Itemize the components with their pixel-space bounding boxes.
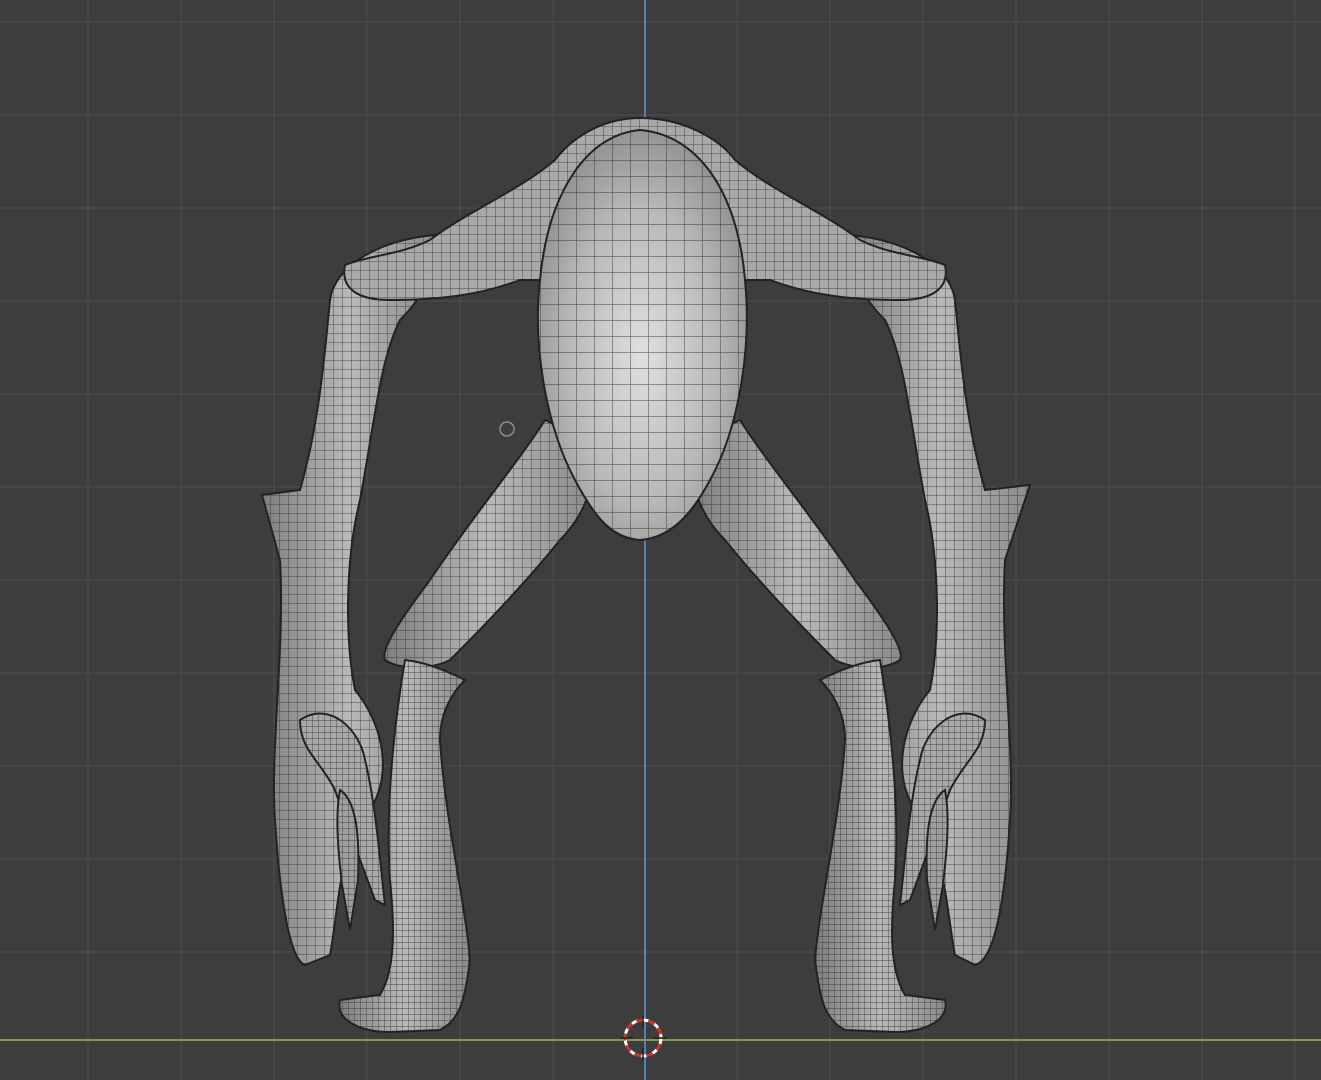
object-origin-icon[interactable] (499, 421, 515, 437)
left-leg (338, 418, 593, 1034)
viewport-canvas[interactable] (0, 0, 1321, 1080)
3d-cursor-icon[interactable] (620, 1015, 666, 1061)
3d-viewport[interactable] (0, 0, 1321, 1080)
right-leg (692, 418, 947, 1034)
